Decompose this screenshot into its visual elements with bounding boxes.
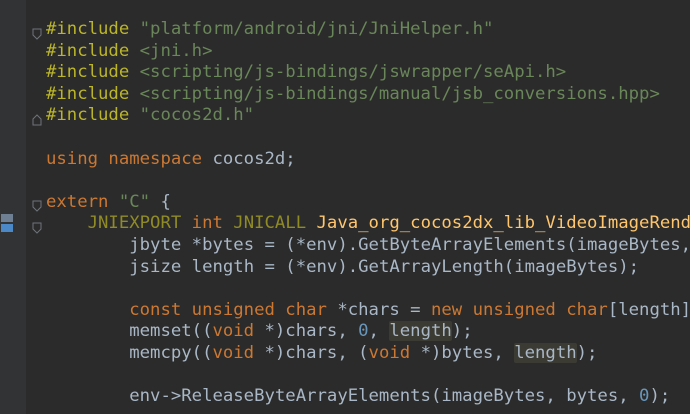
code-line[interactable]: extern "C" { [46,192,171,214]
code-token: "cocos2d.h" [139,105,255,126]
code-token: *bytes = (*env).GetByteArrayElements(ima… [191,235,690,255]
code-token: JNICALL [233,213,317,234]
code-token: memcpy(( [46,343,213,363]
code-line[interactable]: memset((void *)chars, 0, length); [46,321,473,343]
code-token: length = (*env).GetArrayLength(imageByte… [191,256,640,277]
code-line[interactable]: #include <scripting/js-bindings/jswrappe… [46,62,566,84]
code-token: 0 [639,386,650,407]
code-token: void [212,343,265,363]
code-token: ); [576,343,598,363]
fold-open-icon[interactable] [32,219,42,234]
code-line[interactable]: jsize length = (*env).GetArrayLength(ima… [46,257,639,279]
code-token: *)chars, ( [264,343,369,363]
code-token: ); [649,386,671,407]
code-token: *)chars, [264,321,359,342]
code-token: JNIEXPORT [46,213,192,234]
code-token: [length]; [607,299,690,320]
code-token: 0 [358,321,369,342]
code-line[interactable]: jbyte *bytes = (*env).GetByteArrayElemen… [46,235,690,257]
code-line[interactable]: using namespace cocos2d; [46,149,296,171]
fold-open-icon[interactable] [32,25,42,40]
code-token: #include [46,62,140,83]
fold-close-icon[interactable] [32,111,42,126]
code-token: <jni.h> [139,40,213,61]
code-token: int [191,213,234,234]
code-token: #include [46,105,140,126]
code-token: *chars = [337,299,431,320]
code-line[interactable]: JNIEXPORT int JNICALL Java_org_cocos2dx_… [46,213,690,235]
code-token: , [368,321,390,342]
code-line[interactable]: #include "platform/android/jni/JniHelper… [46,19,493,41]
code-line[interactable]: #include <jni.h> [46,41,212,63]
code-token: *)bytes, [420,343,515,363]
code-token: new unsigned char [430,299,608,320]
code-token: ); [451,321,473,342]
code-token: memset(( [46,321,213,342]
code-line[interactable]: memcpy((void *)chars, (void *)bytes, len… [46,343,597,365]
code-token: "platform/android/jni/JniHelper.h" [139,19,494,39]
code-line[interactable]: const unsigned char *chars = new unsigne… [46,300,690,322]
code-editor[interactable]: #include "platform/android/jni/JniHelper… [0,0,690,414]
code-line[interactable]: #include <scripting/js-bindings/manual/j… [46,84,660,106]
code-token: #include [46,19,140,39]
code-token: length [514,343,577,363]
code-token: cocos2d; [212,148,296,169]
code-token: jbyte [46,235,192,255]
code-token: length [389,321,452,342]
code-token: "C" [118,191,151,212]
code-token: { [150,191,171,212]
code-area[interactable]: #include "platform/android/jni/JniHelper… [46,0,690,414]
code-token: const unsigned char [46,299,338,320]
code-token: env->ReleaseByteArrayElements(imageBytes… [46,386,640,407]
code-token: <scripting/js-bindings/manual/jsb_conver… [139,83,660,104]
gutter-marker-icon[interactable] [0,212,16,234]
code-token: void [212,321,265,342]
code-token: extern [46,191,119,212]
code-token: jsize [46,256,192,277]
code-line[interactable]: #include "cocos2d.h" [46,105,254,127]
code-token: Java_org_cocos2dx_lib_VideoImageRender_ [316,213,690,234]
code-line[interactable]: env->ReleaseByteArrayElements(imageBytes… [46,386,670,408]
code-token: using namespace [46,148,213,169]
code-token: #include [46,83,140,104]
line-gutter[interactable] [0,0,26,414]
code-token: <scripting/js-bindings/jswrapper/seApi.h… [139,62,567,83]
code-token: void [368,343,421,363]
fold-open-icon[interactable] [32,197,42,212]
code-token: #include [46,40,140,61]
